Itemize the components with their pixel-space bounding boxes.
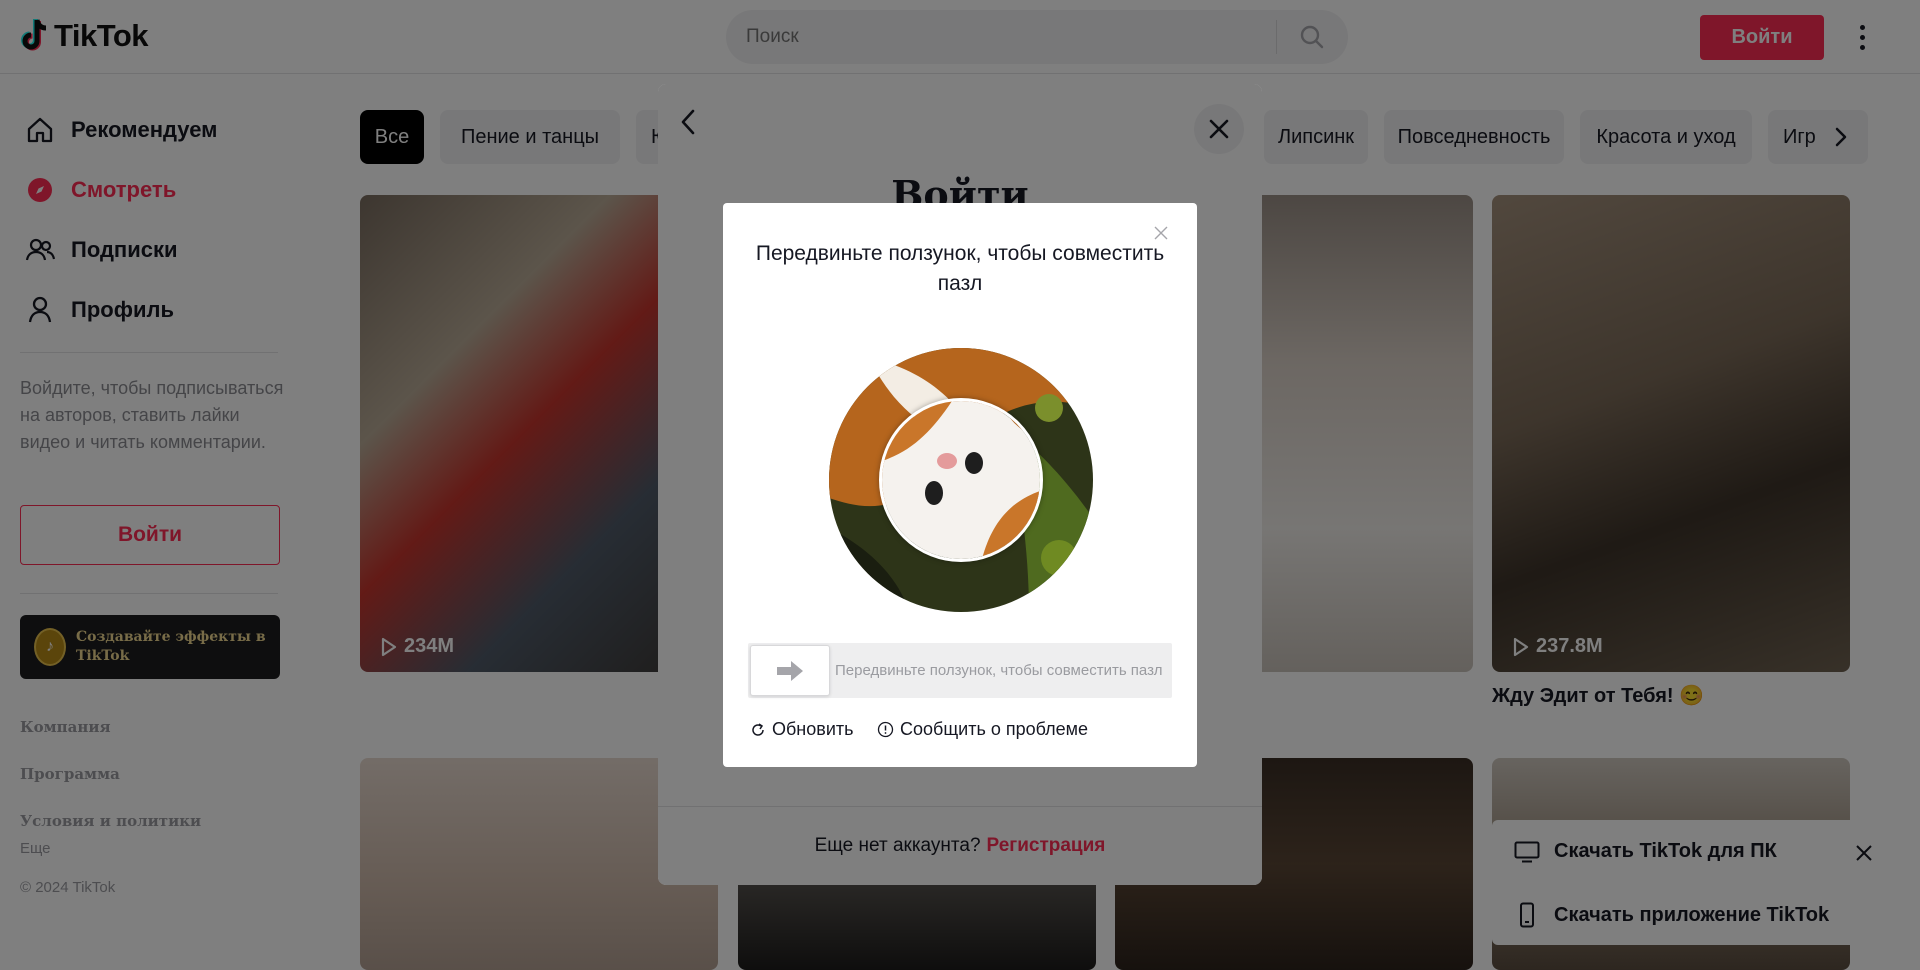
refresh-label: Обновить [772,719,854,739]
info-icon [877,721,894,738]
slider-hint: Передвиньте ползунок, чтобы совместить п… [835,662,1163,679]
report-problem-button[interactable]: Сообщить о проблеме [877,719,1088,740]
puzzle-piece [879,398,1043,562]
report-problem-label: Сообщить о проблеме [900,719,1088,739]
captcha-slider-handle[interactable] [750,645,830,696]
captcha-slider-track: Передвиньте ползунок, чтобы совместить п… [748,643,1172,698]
puzzle-image [829,348,1093,612]
captcha-title: Передвиньте ползунок, чтобы совместить п… [755,242,1165,295]
arrow-right-icon [777,660,803,681]
refresh-icon [752,722,764,736]
refresh-button[interactable]: Обновить [750,719,854,740]
captcha-dialog: Передвиньте ползунок, чтобы совместить п… [723,203,1197,767]
